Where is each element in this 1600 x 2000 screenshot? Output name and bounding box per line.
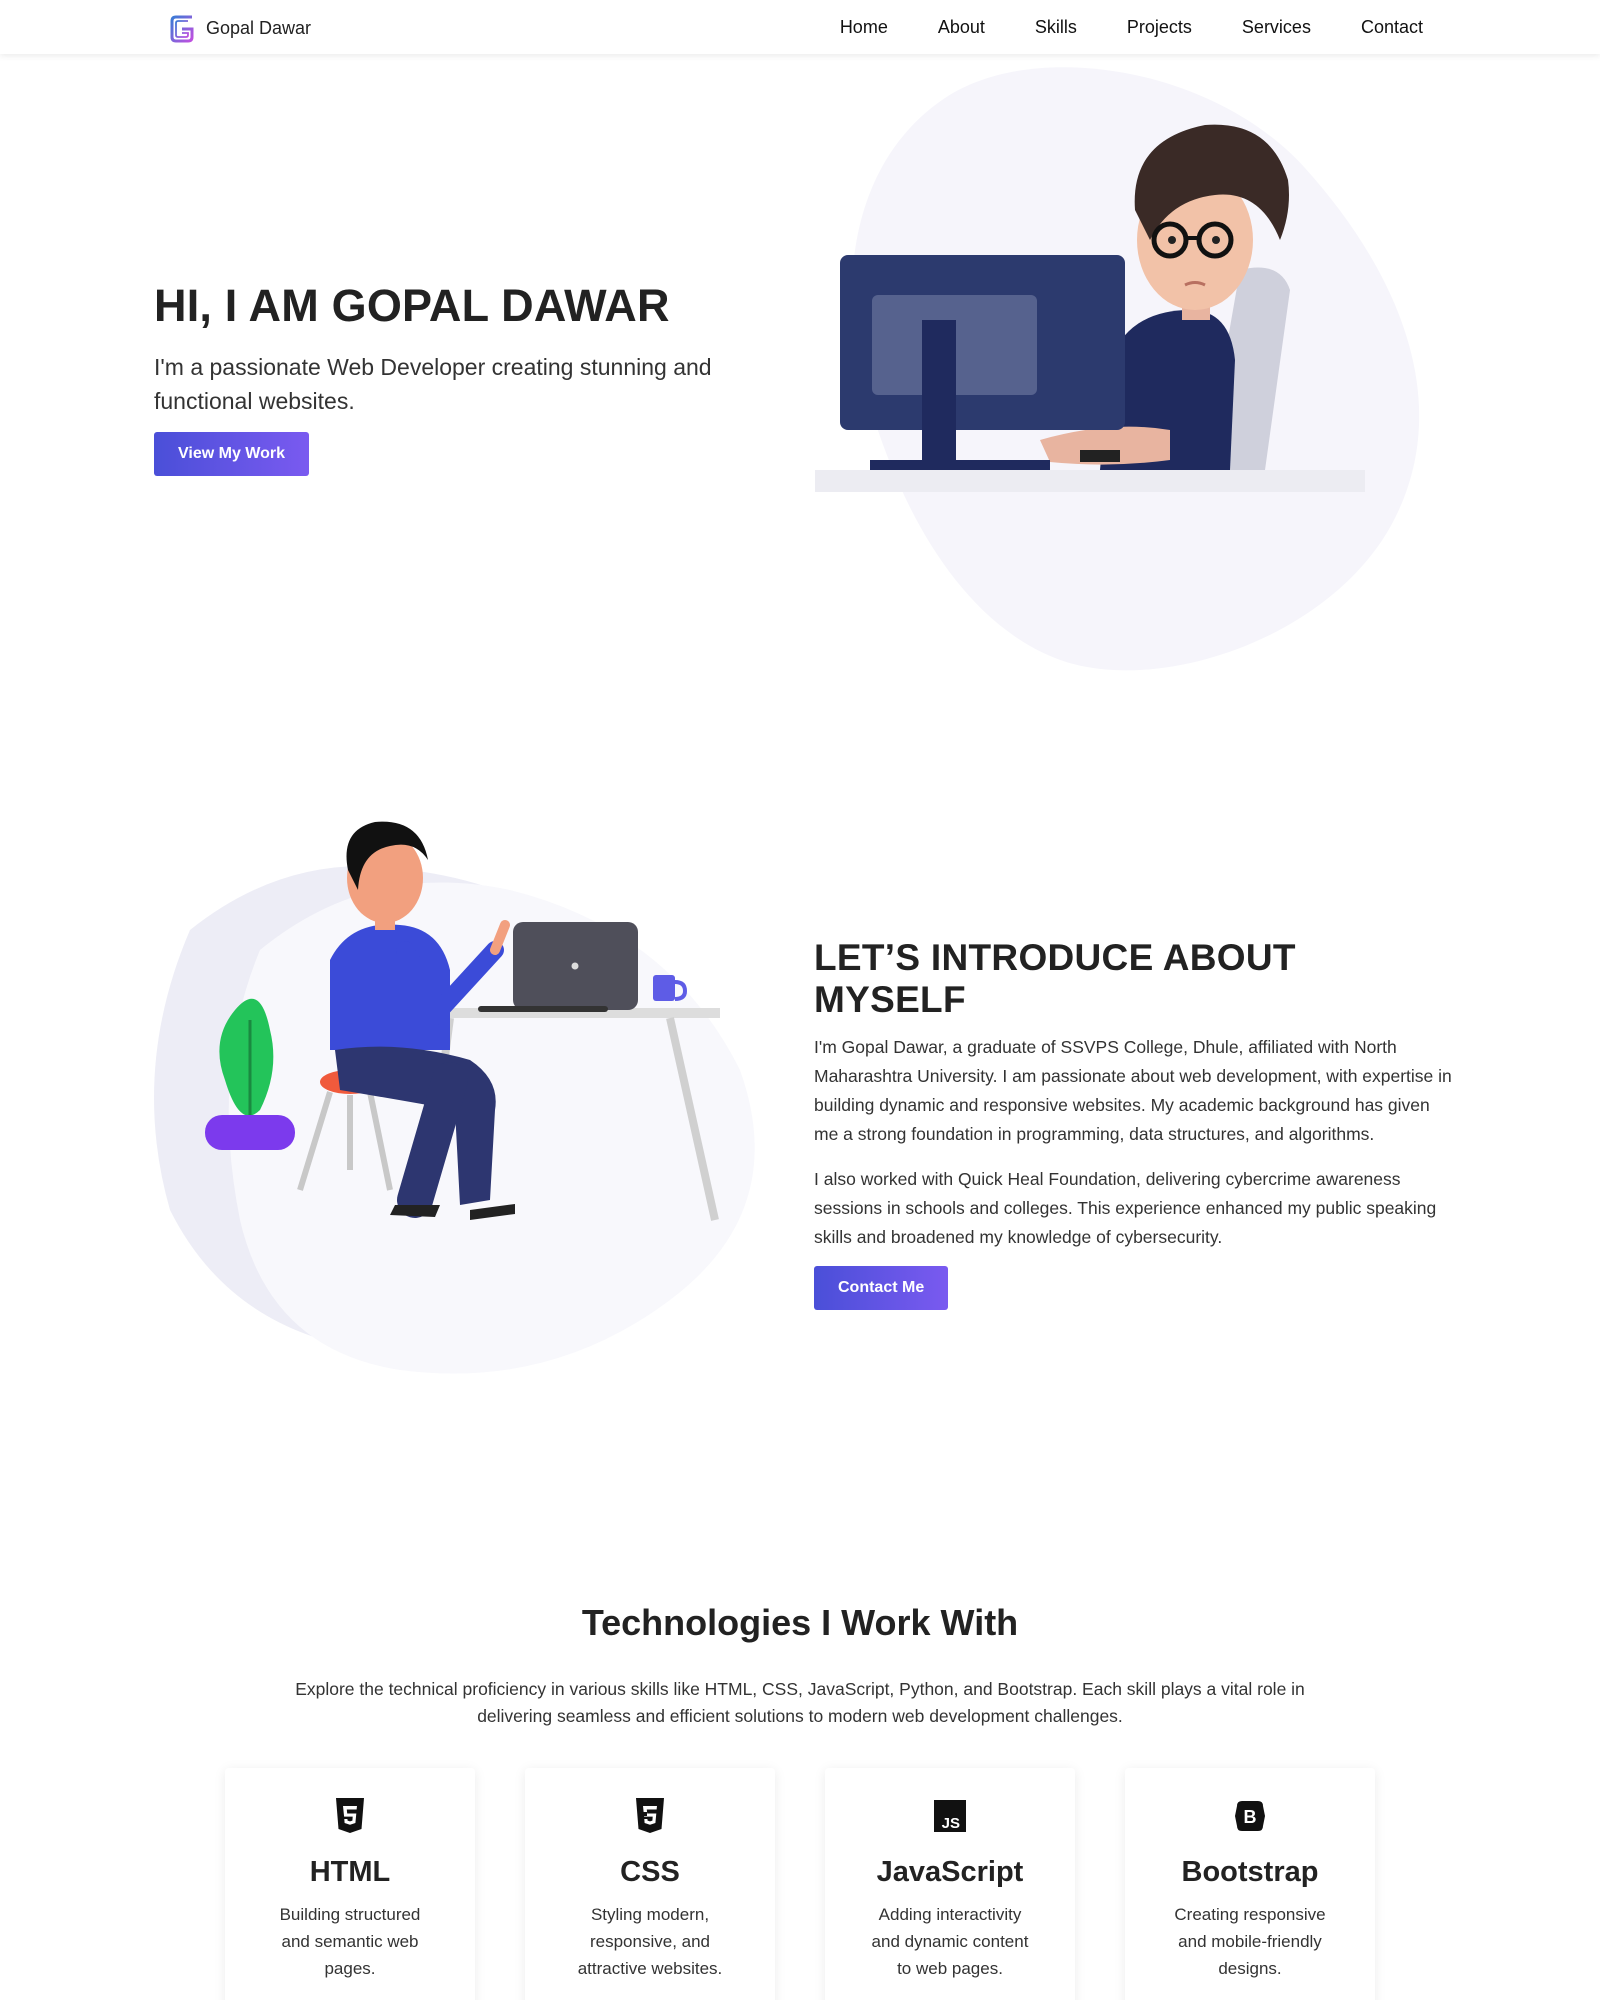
card-title: HTML [309,1856,391,1888]
svg-text:JS: JS [942,1815,960,1832]
hero-subtitle: I'm a passionate Web Developer creating … [154,354,712,414]
developer-at-computer-illustration [815,124,1365,492]
tech-card-bootstrap[interactable]: B Bootstrap Creating responsive and mobi… [1125,1768,1375,2000]
nav-menu: Home About Skills Projects Services Cont… [790,0,1423,54]
card-description: Creating responsive and mobile-friendly … [1174,1905,1326,1978]
hero-section: HI, I AM GOPAL DAWAR I'm a passionate We… [154,280,774,476]
card-description: Building structured and semantic web pag… [279,1905,421,1978]
navbar: Gopal Dawar Home About Skills Projects S… [0,0,1600,54]
bootstrap-icon: B [1235,1801,1265,1831]
nav-item-contact[interactable]: Contact [1361,17,1423,38]
nav-item-services[interactable]: Services [1242,17,1311,38]
nav-item-projects[interactable]: Projects [1127,17,1192,38]
brand-name: Gopal Dawar [206,17,312,38]
tech-card-javascript[interactable]: JS JavaScript Adding interactivity and d… [825,1768,1075,2000]
tech-section-title: Technologies I Work With [581,1602,1019,1643]
css3-icon [636,1798,664,1833]
javascript-icon: JS [934,1800,966,1832]
contact-me-button[interactable]: Contact Me [814,1266,949,1310]
svg-text:B: B [1244,1807,1257,1827]
tech-section-description: Explore the technical proficiency in var… [295,1679,1305,1726]
html5-icon [336,1798,364,1833]
developer-at-desk-illustration [154,821,755,1374]
view-my-work-button[interactable]: View My Work [154,432,309,476]
card-description: Adding interactivity and dynamic content… [871,1905,1029,1978]
nav-item-about[interactable]: About [938,17,985,38]
tech-card-html[interactable]: HTML Building structured and semantic we… [225,1768,475,2000]
nav-item-home[interactable]: Home [840,17,888,38]
card-description: Styling modern, responsive, and attracti… [577,1905,723,1978]
card-title: JavaScript [876,1856,1024,1888]
about-title: LET’S INTRODUCE ABOUT MYSELF [814,937,1296,1020]
card-title: CSS [620,1856,680,1888]
hero-title: HI, I AM GOPAL DAWAR [154,280,670,331]
about-paragraph-2: I also worked with Quick Heal Foundation… [814,1169,1437,1247]
card-title: Bootstrap [1181,1856,1319,1888]
g-monogram-logo [170,15,194,43]
tech-card-css[interactable]: CSS Styling modern, responsive, and attr… [525,1768,775,2000]
about-section: LET’S INTRODUCE ABOUT MYSELF I'm Gopal D… [814,937,1454,1310]
nav-item-skills[interactable]: Skills [1035,17,1077,38]
about-paragraph-1: I'm Gopal Dawar, a graduate of SSVPS Col… [814,1037,1452,1144]
tech-cards: HTML Building structured and semantic we… [225,1768,1375,2000]
brand[interactable]: Gopal Dawar [168,8,311,48]
